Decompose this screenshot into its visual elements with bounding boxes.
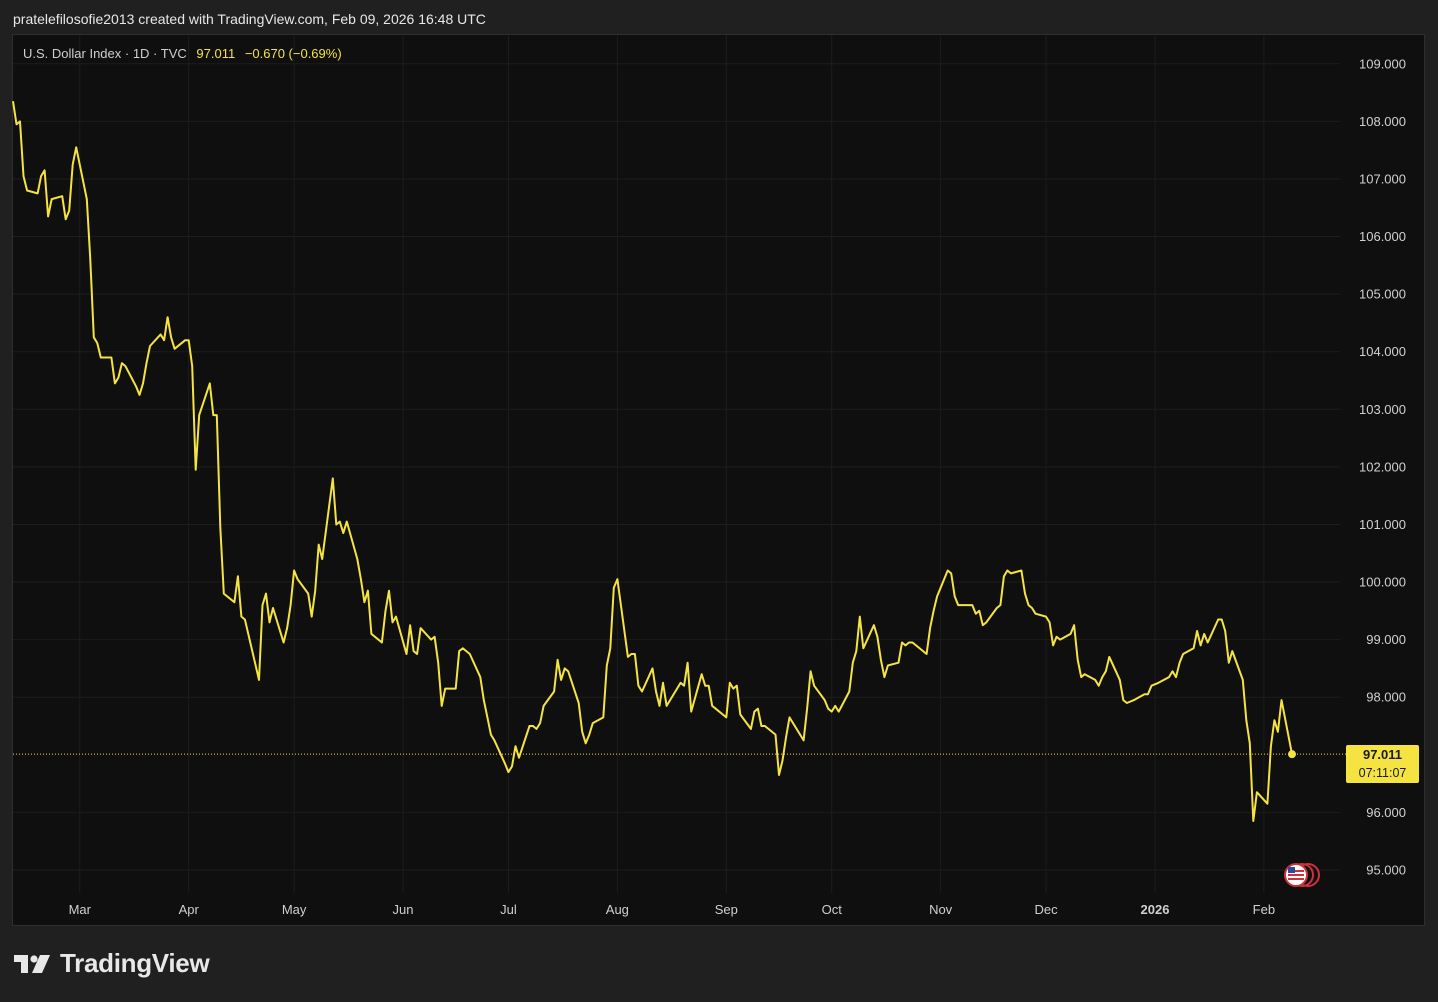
footer-logo[interactable]: TradingView [14,948,210,979]
y-tick-label: 100.000 [1359,575,1406,590]
brand-name: TradingView [60,948,210,978]
y-tick-label: 101.000 [1359,517,1406,532]
x-tick-label: Aug [606,902,629,917]
y-tick-label: 98.000 [1366,690,1406,705]
bar-countdown: 07:11:07 [1358,766,1407,780]
x-tick-label: Nov [929,902,953,917]
last-value: 97.011 [196,46,236,61]
symbol-label[interactable]: U.S. Dollar Index · 1D · TVC [23,46,187,61]
x-tick-label: 2026 [1141,902,1170,917]
y-tick-label: 104.000 [1359,344,1406,359]
last-price-dot [1288,750,1296,759]
change-value: −0.670 (−0.69%) [244,46,342,61]
chart-legend: U.S. Dollar Index · 1D · TVC 97.011 −0.6… [23,45,342,63]
time-axis: Mar Apr May Jun Jul Aug Sep Oct Nov Dec 2026 Feb [69,902,1276,917]
x-tick-label: Apr [179,902,200,917]
y-tick-label: 102.000 [1359,459,1406,474]
y-tick-label: 95.000 [1366,862,1406,877]
x-tick-label: Sep [715,902,738,917]
last-price-label: 97.011 [1362,747,1403,762]
x-tick-label: Jun [393,902,414,917]
us-flag-event-icon[interactable] [1284,863,1320,887]
y-tick-label: 106.000 [1359,229,1406,244]
y-tick-label: 109.000 [1359,56,1406,71]
tradingview-logo-icon [14,954,50,973]
price-chart[interactable]: 109.000 108.000 107.000 106.000 105.000 104.0… [0,0,1438,1002]
y-tick-label: 99.000 [1366,632,1406,647]
grid [13,35,1340,893]
x-tick-label: Jul [500,902,517,917]
y-tick-label: 103.000 [1359,402,1406,417]
last-price-tag: 97.011 07:11:07 [1346,745,1419,783]
x-tick-label: Dec [1034,902,1058,917]
y-tick-label: 105.000 [1359,287,1406,302]
series-line [12,101,1293,822]
x-tick-label: Feb [1253,902,1275,917]
x-tick-label: Mar [69,902,92,917]
x-tick-label: May [282,902,307,917]
y-tick-label: 108.000 [1359,114,1406,129]
y-tick-label: 96.000 [1366,805,1406,820]
y-tick-label: 107.000 [1359,171,1406,186]
x-tick-label: Oct [822,902,843,917]
